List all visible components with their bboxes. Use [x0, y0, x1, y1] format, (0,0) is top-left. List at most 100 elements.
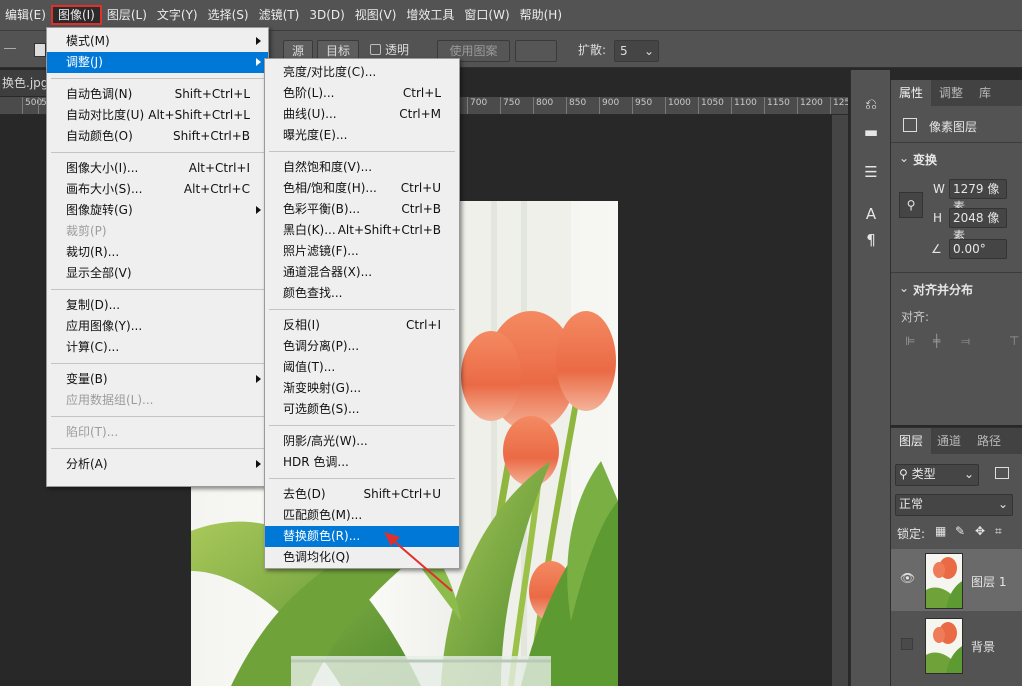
menu-item-label: 色调分离(P)... [283, 339, 360, 353]
angle-input[interactable]: 0.00° [949, 239, 1007, 259]
image-menu-item[interactable]: 图像旋转(G) [47, 200, 268, 221]
image-filter-icon[interactable] [995, 467, 1009, 479]
layer-row-layer1[interactable]: 👁 图层 1 [891, 549, 1022, 611]
eye-icon[interactable]: 👁 [900, 571, 915, 585]
align-center-icon[interactable]: ╪ [933, 334, 940, 348]
align-left-icon[interactable]: ⊫ [905, 334, 915, 348]
align-top-icon[interactable]: ⊤ [1009, 334, 1019, 348]
character-icon[interactable]: A [859, 204, 883, 224]
move-icon[interactable]: ✥ [975, 524, 985, 538]
pattern-picker[interactable] [515, 40, 557, 62]
menu-item-label: 自动色调(N) [66, 87, 133, 101]
link-icon[interactable]: ⚲ [899, 192, 923, 218]
menu-item-label: 亮度/对比度(C)... [283, 65, 377, 79]
image-menu-item[interactable]: 应用图像(Y)... [47, 316, 268, 337]
menu-separator [51, 152, 264, 153]
image-menu-item[interactable]: 分析(A) [47, 454, 268, 475]
chevron-down-icon[interactable]: ⌄ [899, 281, 909, 295]
image-menu-item[interactable]: 显示全部(V) [47, 263, 268, 284]
height-input[interactable]: 2048 像素 [949, 208, 1007, 243]
submenu-arrow-icon [256, 460, 261, 468]
adjust-menu-item[interactable]: 亮度/对比度(C)... [265, 62, 459, 83]
layer-filter-select[interactable]: ⚲ 类型 ⌄ [895, 464, 979, 486]
adjust-menu-item[interactable]: 通道混合器(X)... [265, 262, 459, 283]
adjust-menu-item[interactable]: 照片滤镜(F)... [265, 241, 459, 262]
tab-adjustments[interactable]: 调整 [931, 80, 971, 106]
adjust-menu-item[interactable]: 去色(D) Shift+Ctrl+U [265, 484, 459, 505]
width-input[interactable]: 1279 像素 [949, 179, 1007, 214]
menu-select[interactable]: 选择(S) [203, 5, 254, 25]
tab-layers[interactable]: 图层 [891, 428, 932, 454]
vertical-scrollbar[interactable] [832, 115, 848, 686]
menu-layer[interactable]: 图层(L) [102, 5, 152, 25]
adjust-menu-item[interactable]: 色调分离(P)... [265, 336, 459, 357]
tab-paths[interactable]: 路径 [969, 428, 1009, 454]
diffusion-select[interactable]: 5 ⌄ [614, 40, 659, 62]
lock-transparent-icon[interactable]: ▦ [935, 524, 946, 538]
adjust-menu-item[interactable]: 色相/饱和度(H)... Ctrl+U [265, 178, 459, 199]
adjust-menu-item[interactable]: 曝光度(E)... [265, 125, 459, 146]
ruler-tick: 800 [533, 97, 553, 114]
ruler-tick: 950 [632, 97, 652, 114]
image-menu-item[interactable]: 调整(J) [47, 52, 268, 73]
diffusion-label: 扩散: [578, 43, 607, 57]
align-right-icon[interactable]: ⫤ [961, 334, 970, 349]
dropdown-arrow-icon[interactable] [4, 48, 16, 52]
paragraph-icon[interactable]: ¶ [859, 230, 883, 250]
mode-icon[interactable] [34, 43, 46, 57]
menu-plugins[interactable]: 增效工具 [401, 5, 459, 25]
image-menu-item[interactable]: 自动色调(N) Shift+Ctrl+L [47, 84, 268, 105]
chevron-down-icon[interactable]: ⌄ [899, 151, 909, 165]
image-menu-item[interactable]: 复制(D)... [47, 295, 268, 316]
image-menu-item[interactable]: 画布大小(S)... Alt+Ctrl+C [47, 179, 268, 200]
menu-image[interactable]: 图像(I) [50, 5, 102, 25]
menu-3d[interactable]: 3D(D) [304, 5, 349, 25]
menu-edit[interactable]: 编辑(E) [0, 5, 51, 25]
menu-item-label: 模式(M) [66, 34, 110, 48]
adjust-menu-item[interactable]: HDR 色调... [265, 452, 459, 473]
menu-item-label: 分析(A) [66, 457, 108, 471]
menu-view[interactable]: 视图(V) [350, 5, 402, 25]
menu-separator [51, 78, 264, 79]
menu-item-label: 阈值(T)... [283, 360, 336, 374]
adjust-menu-item[interactable]: 渐变映射(G)... [265, 378, 459, 399]
adjust-menu-item[interactable]: 匹配颜色(M)... [265, 505, 459, 526]
brush-icon[interactable]: ✎ [955, 524, 965, 538]
adjust-menu-item[interactable]: 可选颜色(S)... [265, 399, 459, 420]
document-tab[interactable]: 换色.jpg @ [0, 70, 48, 96]
menu-item-shortcut: Ctrl+B [401, 202, 441, 216]
ruler-tick: 1100 [731, 97, 757, 114]
actions-icon[interactable]: ☰ [859, 162, 883, 182]
menu-item-shortcut: Ctrl+U [400, 181, 441, 195]
image-menu-item[interactable]: 变量(B) [47, 369, 268, 390]
image-menu-item[interactable]: 图像大小(I)... Alt+Ctrl+I [47, 158, 268, 179]
adjust-menu-item[interactable]: 曲线(U)... Ctrl+M [265, 104, 459, 125]
menu-type[interactable]: 文字(Y) [152, 5, 203, 25]
image-menu-item: 裁剪(P) [47, 221, 268, 242]
menu-filter[interactable]: 滤镜(T) [254, 5, 305, 25]
adjust-menu-item[interactable]: 色彩平衡(B)... Ctrl+B [265, 199, 459, 220]
adjust-menu-item[interactable]: 颜色查找... [265, 283, 459, 304]
menu-help[interactable]: 帮助(H) [515, 5, 567, 25]
image-menu-item[interactable]: 裁切(R)... [47, 242, 268, 263]
adjust-menu-item[interactable]: 阈值(T)... [265, 357, 459, 378]
image-menu-item[interactable]: 自动颜色(O) Shift+Ctrl+B [47, 126, 268, 147]
image-menu-item[interactable]: 模式(M) [47, 31, 268, 52]
image-menu-item[interactable]: 计算(C)... [47, 337, 268, 358]
menu-window[interactable]: 窗口(W) [459, 5, 514, 25]
history-icon[interactable]: ⎌ [859, 94, 883, 114]
layer-row-background[interactable]: 背景 [891, 614, 1022, 676]
adjust-menu-item[interactable]: 色阶(L)... Ctrl+L [265, 83, 459, 104]
adjust-menu-item[interactable]: 反相(I) Ctrl+I [265, 315, 459, 336]
crop-icon[interactable]: ⌗ [995, 524, 1002, 539]
adjust-menu-item[interactable]: 黑白(K)... Alt+Shift+Ctrl+B [265, 220, 459, 241]
tab-properties[interactable]: 属性 [891, 80, 932, 106]
comment-icon[interactable]: ▬ [859, 122, 883, 142]
tab-channels[interactable]: 通道 [929, 428, 969, 454]
tab-libraries[interactable]: 库 [971, 80, 999, 106]
image-menu-item[interactable]: 自动对比度(U) Alt+Shift+Ctrl+L [47, 105, 268, 126]
blend-mode-select[interactable]: 正常 ⌄ [895, 494, 1013, 516]
adjust-menu-item[interactable]: 阴影/高光(W)... [265, 431, 459, 452]
visibility-toggle[interactable] [901, 638, 913, 650]
adjust-menu-item[interactable]: 自然饱和度(V)... [265, 157, 459, 178]
